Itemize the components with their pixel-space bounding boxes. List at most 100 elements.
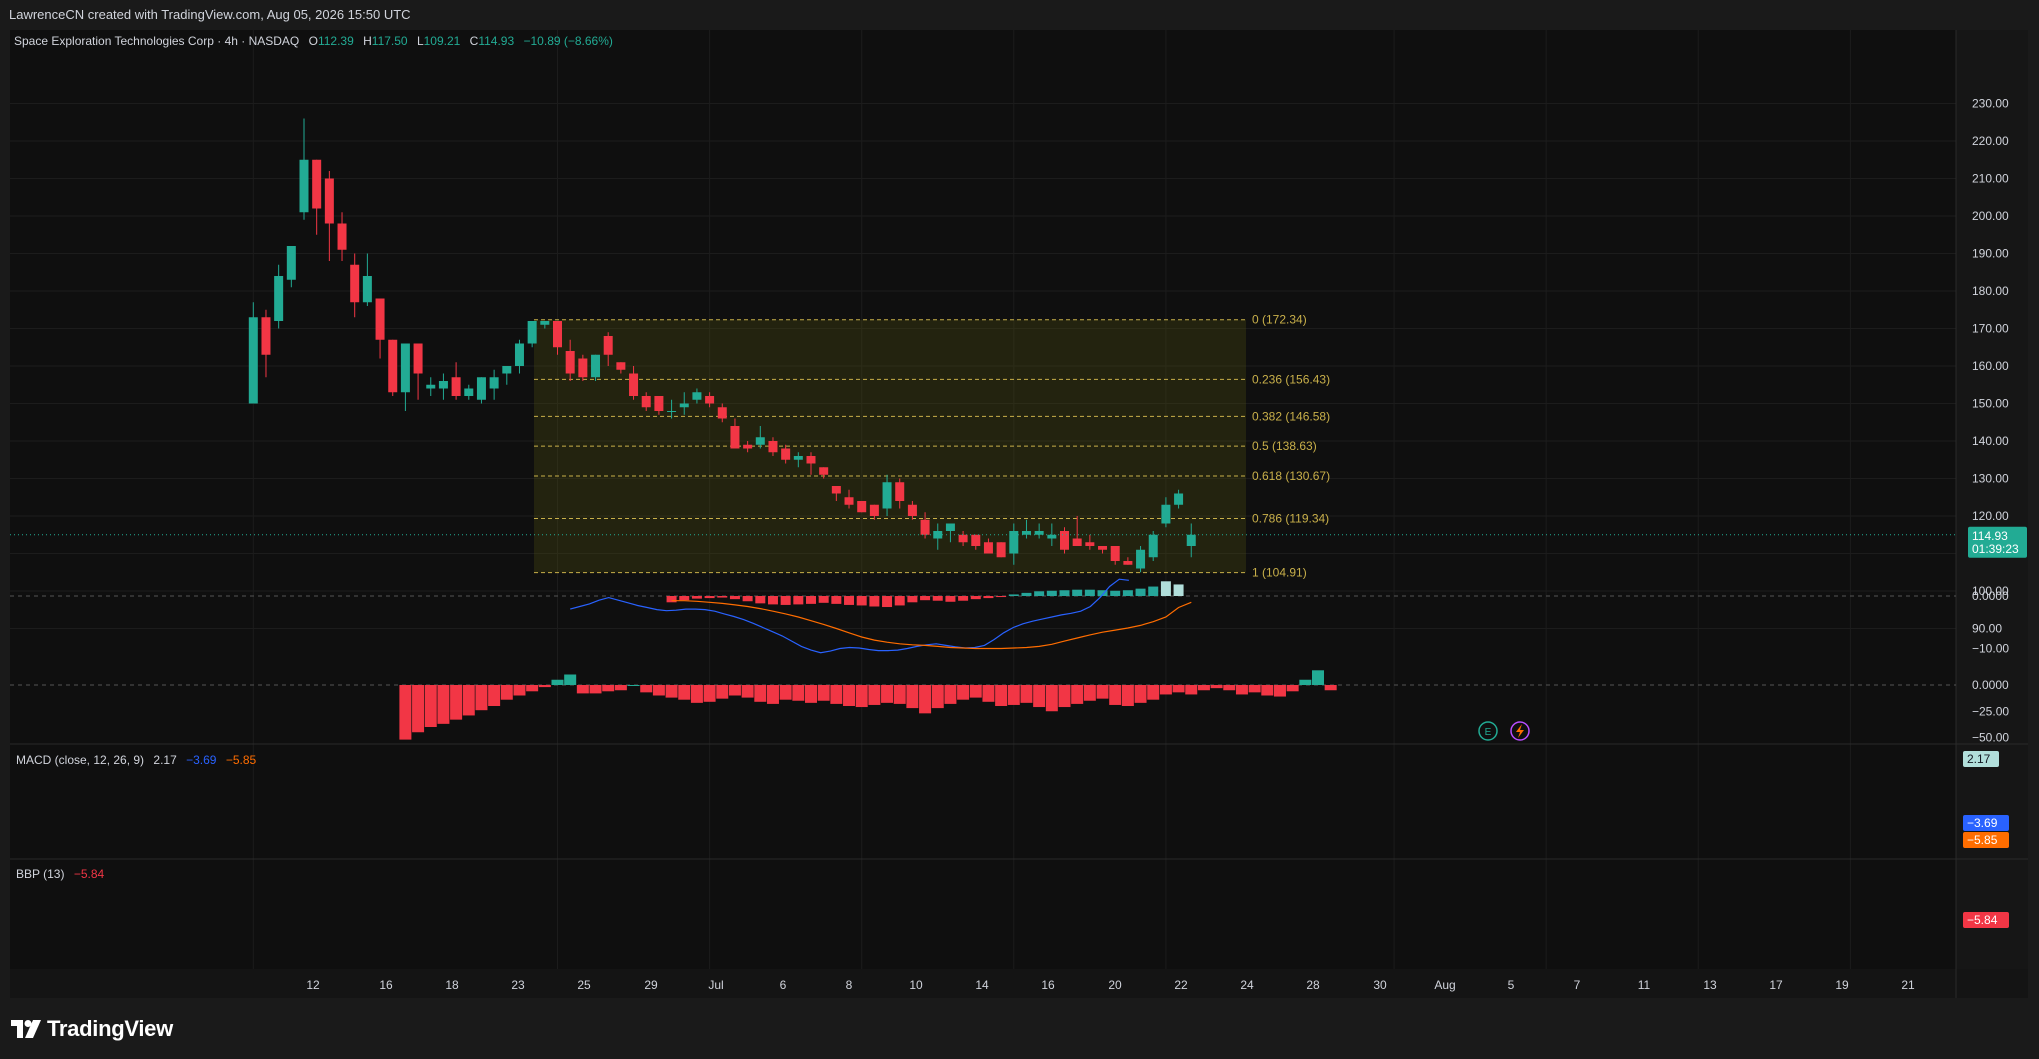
candle [476,377,486,404]
chart-frame[interactable]: 0 (172.34) 0.236 (156.43) 0.382 (146.58) 0.… [10,30,2028,998]
bbp-bar [754,685,767,702]
time-axis-tick: 11 [1638,978,1651,992]
macd-hist-bar [1021,592,1032,596]
candle-body [476,377,486,400]
macd-hist-bar [1034,591,1045,596]
price-axis-tick: 160.00 [1972,359,2009,373]
candle [388,339,398,396]
bbp-bar [1273,685,1286,697]
candle-body [907,504,917,516]
bbp-bar [1261,685,1274,696]
brand-text: TradingView [47,1016,173,1041]
bbp-bar [1134,685,1147,703]
macd-hist-bar [1072,589,1083,596]
time-axis-tick: 16 [1041,978,1055,992]
legend-row: Space Exploration Technologies Corp · 4h… [14,34,613,48]
brand-logo[interactable]: TradingView [11,1016,173,1042]
bbp-value: −5.84 [74,867,105,881]
legend-open-key: O [309,34,318,48]
bbp-bar [1185,685,1198,695]
candle-body [616,362,626,370]
macd-signal-value: −5.85 [226,753,257,767]
bbp-bar [868,685,881,705]
bbp-bar [614,685,627,691]
candle [1148,531,1158,561]
candle-body [730,426,740,449]
candle-body [362,276,372,303]
candle-body [1136,549,1146,569]
price-axis-tick: 90.00 [1972,622,2002,636]
time-axis-tick: 30 [1373,978,1387,992]
macd-hist-bar [932,596,943,601]
bbp-bar [1058,685,1071,708]
time-axis-tick: 13 [1703,978,1717,992]
price-axis-tick: 170.00 [1972,322,2009,336]
candle-body [717,407,727,419]
candle-body [1021,531,1031,535]
bbp-bar [893,685,906,704]
bbp-bar [1147,685,1160,700]
bbp-bar [982,685,995,702]
time-axis-tick: 14 [975,978,989,992]
candle [527,321,537,348]
bbp-axis-tick: 0.0000 [1972,678,2009,692]
fib-retracement[interactable]: 0 (172.34) 0.236 (156.43) 0.382 (146.58) 0.… [534,313,1330,580]
candle-body [438,381,448,389]
fib-level-label: 0.618 (130.67) [1252,469,1330,483]
macd-hist-bar [704,596,715,599]
bbp-bar [855,685,868,708]
candle-body [1085,542,1095,546]
bbp-bar [1324,685,1337,691]
macd-hist-bar [1084,589,1095,596]
price-axis-tick: 200.00 [1972,209,2009,223]
candle-body [857,501,867,513]
tradingview-logo-icon [11,1020,41,1038]
bbp-axis-tick: −50.00 [1972,731,2009,745]
bbp-bar [475,685,488,711]
bbp-bar [728,685,741,696]
macd-hist-bar [1008,594,1019,596]
candle-body [1174,493,1184,505]
bbp-bar [1197,685,1210,691]
price-axis-tick: 120.00 [1972,509,2009,523]
fib-level-label: 0.236 (156.43) [1252,372,1330,386]
bbp-bar [462,685,475,716]
fib-level-label: 0 (172.34) [1252,313,1307,327]
bbp-bar [538,685,551,688]
candle [578,354,588,381]
bbp-bar [500,685,513,700]
candle-body [324,178,334,224]
bbp-bar [1096,685,1109,699]
bbp-bar [805,685,817,703]
macd-hist-bar [1160,581,1171,596]
candle-body [489,377,499,389]
macd-line-value: −3.69 [186,753,217,767]
bbp-bar [1235,685,1248,695]
bbp-bar [1312,670,1324,685]
time-axis-tick: 12 [306,978,320,992]
candle-body [667,411,677,412]
candle-body [983,542,993,554]
chart-canvas[interactable]: 0 (172.34) 0.236 (156.43) 0.382 (146.58) 0.… [10,30,2028,998]
bbp-bar [690,685,703,703]
candle-body [1098,546,1108,550]
bbp-bar [779,685,792,700]
macd-hist-bar [831,596,842,604]
legend-open-value: 112.39 [318,34,354,48]
candle-body [274,276,284,321]
candle-body [591,354,601,378]
candle-body [1148,534,1158,558]
legend-low-value: 109.21 [424,34,461,48]
time-axis-tick: 29 [644,978,658,992]
macd-line-axis-label: −3.69 [1967,816,1998,830]
candle-body [920,519,930,535]
last-price-label: 114.93 01:39:23 [1968,526,2027,558]
bbp-axis-label: −5.84 [1967,913,1998,927]
bbp-bar [652,685,665,696]
candle-body [869,504,879,516]
candle-body [286,246,296,280]
macd-hist-bar [1135,588,1146,596]
bar-countdown: 01:39:23 [1972,542,2019,556]
macd-hist-bar [983,596,994,599]
macd-hist-bar [755,596,766,604]
